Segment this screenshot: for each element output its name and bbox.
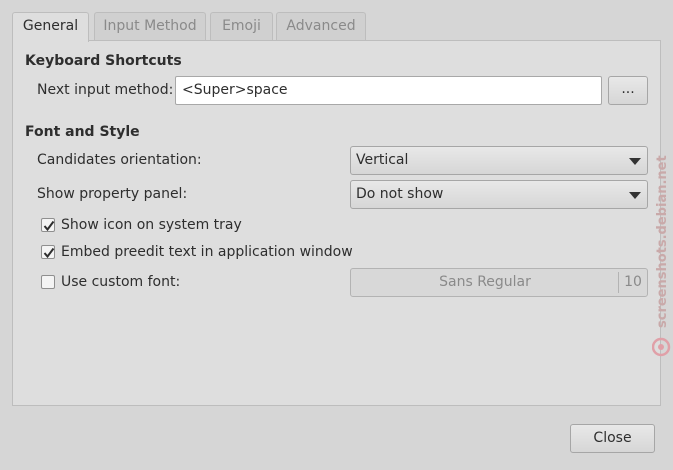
custom-font-checkbox[interactable] (41, 275, 55, 289)
watermark: screenshots.debian.net (652, 155, 671, 357)
embed-preedit-label[interactable]: Embed preedit text in application window (61, 244, 353, 260)
candidates-orientation-select[interactable]: Vertical (350, 146, 648, 175)
show-icon-checkbox[interactable] (41, 218, 55, 232)
tab-advanced[interactable]: Advanced (276, 12, 366, 40)
chevron-down-icon (629, 192, 641, 199)
tab-input-method[interactable]: Input Method (94, 12, 206, 40)
show-property-panel-value: Do not show (356, 186, 444, 202)
watermark-text: screenshots.debian.net (655, 155, 670, 328)
candidates-orientation-value: Vertical (356, 152, 409, 168)
checkmark-icon (43, 247, 55, 259)
font-size: 10 (624, 274, 642, 290)
checkmark-icon (43, 220, 55, 232)
font-and-style-heading: Font and Style (25, 124, 140, 140)
embed-preedit-checkbox[interactable] (41, 245, 55, 259)
next-input-method-label: Next input method: (37, 82, 174, 98)
debian-swirl-center (658, 344, 664, 350)
show-property-panel-select[interactable]: Do not show (350, 180, 648, 209)
shortcut-browse-button[interactable]: ... (608, 76, 648, 105)
font-chooser-button[interactable]: Sans Regular 10 (350, 268, 648, 297)
candidates-orientation-label: Candidates orientation: (37, 152, 202, 168)
show-property-panel-label: Show property panel: (37, 186, 188, 202)
custom-font-label[interactable]: Use custom font: (61, 274, 180, 290)
show-icon-label[interactable]: Show icon on system tray (61, 217, 242, 233)
next-input-method-field[interactable]: <Super>space (175, 76, 602, 105)
keyboard-shortcuts-heading: Keyboard Shortcuts (25, 53, 182, 69)
close-button[interactable]: Close (570, 424, 655, 453)
tab-emoji[interactable]: Emoji (210, 12, 273, 40)
chevron-down-icon (629, 158, 641, 165)
font-name: Sans Regular (439, 274, 531, 290)
tab-general[interactable]: General (12, 12, 89, 42)
